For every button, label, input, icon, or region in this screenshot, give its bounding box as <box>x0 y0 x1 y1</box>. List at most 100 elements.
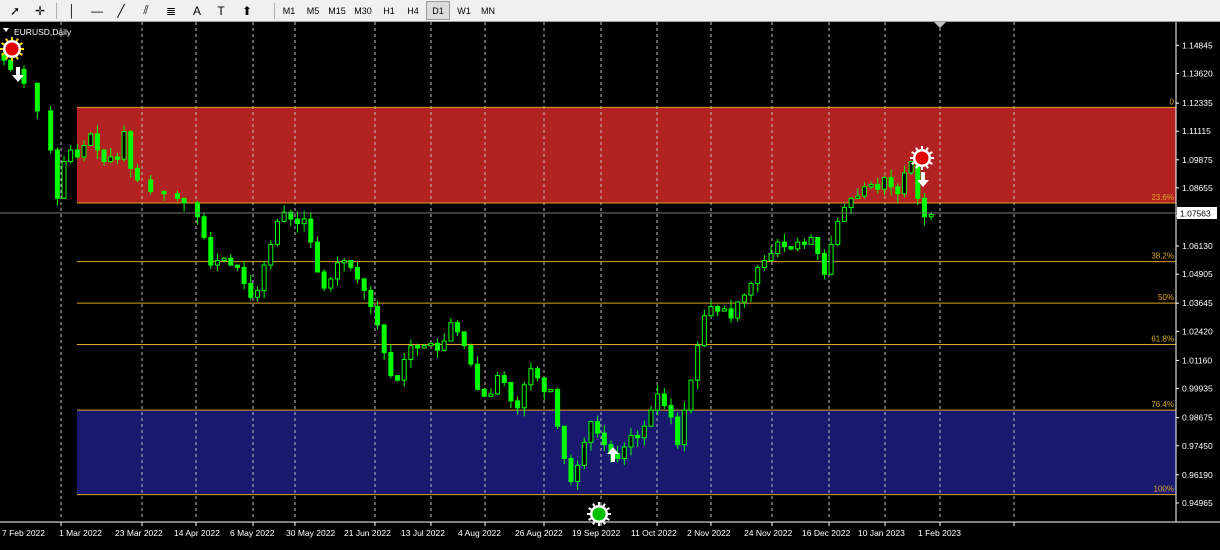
timeframe-m1-button[interactable]: M1 <box>277 1 301 20</box>
candle <box>515 400 521 409</box>
candle <box>74 149 80 158</box>
date-tick-label: 16 Dec 2022 <box>802 528 850 538</box>
date-tick-label: 26 Aug 2022 <box>515 528 563 538</box>
price-tick-label: 0.98675 <box>1182 413 1213 423</box>
trendline-icon[interactable]: ╱ <box>111 1 131 20</box>
candle <box>701 315 707 347</box>
candle <box>114 156 120 160</box>
timeframe-m15-button[interactable]: M15 <box>325 1 349 20</box>
candle <box>501 375 507 383</box>
candle <box>388 352 394 377</box>
candle <box>901 172 907 195</box>
fib-level-label: 100% <box>1154 485 1174 494</box>
candle <box>321 271 327 289</box>
timeframe-h1-button[interactable]: H1 <box>377 1 401 20</box>
price-tick-label: 1.06130 <box>1182 241 1213 251</box>
timeframe-m5-button[interactable]: M5 <box>301 1 325 20</box>
candle <box>868 184 874 188</box>
timeframe-h4-button[interactable]: H4 <box>401 1 425 20</box>
date-tick-label: 11 Oct 2022 <box>631 528 677 538</box>
candle <box>695 345 701 381</box>
candle <box>94 133 100 151</box>
candle <box>855 195 861 199</box>
candle <box>134 167 140 181</box>
candle <box>88 133 94 146</box>
price-tick-label: 0.96190 <box>1182 470 1213 480</box>
candle <box>655 393 661 411</box>
fibonacci-icon[interactable]: ≣ <box>161 1 181 20</box>
candle <box>415 345 421 349</box>
crosshair-icon[interactable]: ✛ <box>30 1 50 20</box>
candle <box>208 236 214 266</box>
date-tick-label: 30 May 2022 <box>286 528 335 538</box>
candle <box>755 266 761 285</box>
candle <box>441 340 447 351</box>
candle <box>575 464 581 482</box>
candle <box>81 144 87 158</box>
timeframe-m30-button[interactable]: M30 <box>351 1 375 20</box>
chart-shift-icon <box>934 22 946 28</box>
candle <box>921 197 927 218</box>
equidistant-channel-icon[interactable]: ⫽ <box>136 1 156 20</box>
candle <box>528 368 534 386</box>
current-price-label: 1.07563 <box>1180 209 1211 219</box>
candle <box>8 59 14 70</box>
timeframe-w1-button[interactable]: W1 <box>452 1 476 20</box>
timeframe-mn-button[interactable]: MN <box>476 1 500 20</box>
candle <box>314 241 320 273</box>
price-tick-label: 1.13620 <box>1182 69 1213 79</box>
candle <box>928 213 934 218</box>
price-tick-label: 1.14845 <box>1182 40 1213 50</box>
candle <box>775 241 781 255</box>
candle <box>688 379 694 411</box>
candle <box>254 289 260 298</box>
timeframe-d1-button[interactable]: D1 <box>426 1 450 20</box>
fib-upper-zone <box>77 107 1176 203</box>
price-tick-label: 1.04905 <box>1182 269 1213 279</box>
candle <box>588 421 594 443</box>
candle <box>561 425 567 459</box>
candle <box>341 259 347 264</box>
candle <box>148 179 154 192</box>
candle <box>161 190 167 195</box>
chart-area[interactable]: 0 23.6% 38.2% 50% 61.8% 76.4% 100% 1.14845 1.136… <box>0 22 1220 550</box>
arrows-icon[interactable]: ⬆ <box>237 1 257 20</box>
price-tick-label: 0.94965 <box>1182 498 1213 508</box>
price-tick-label: 1.09875 <box>1182 155 1213 165</box>
candle <box>475 363 481 390</box>
candle <box>741 294 747 303</box>
text-icon[interactable]: A <box>187 1 207 20</box>
candle <box>848 197 854 209</box>
candle <box>821 253 827 275</box>
candle <box>521 384 527 409</box>
price-chart[interactable]: 0 23.6% 38.2% 50% 61.8% 76.4% 100% 1.14845 1.136… <box>0 22 1220 550</box>
horizontal-line-icon[interactable]: — <box>87 1 107 20</box>
candle <box>128 131 134 169</box>
candle <box>815 236 821 255</box>
date-tick-label: 2 Nov 2022 <box>687 528 731 538</box>
symbol-label: EURUSD,Daily <box>14 27 72 37</box>
date-tick-label: 6 May 2022 <box>230 528 275 538</box>
candle <box>581 441 587 466</box>
candle <box>328 278 334 289</box>
candle <box>761 259 767 268</box>
candle <box>375 306 381 326</box>
candle <box>181 197 187 204</box>
candle <box>788 246 794 250</box>
candle <box>875 184 881 190</box>
text-label-icon[interactable]: T <box>211 1 231 20</box>
vertical-line-icon[interactable]: │ <box>62 1 82 20</box>
candle <box>841 207 847 222</box>
candle <box>268 243 274 266</box>
date-tick-label: 23 Mar 2022 <box>115 528 163 538</box>
cursor-icon[interactable]: ➚ <box>5 1 25 20</box>
candle <box>728 308 734 319</box>
candle <box>261 264 267 291</box>
date-tick-label: 10 Jan 2023 <box>858 528 905 538</box>
candle <box>795 241 801 250</box>
candle <box>108 156 114 163</box>
candle <box>121 131 127 160</box>
candle <box>408 345 414 360</box>
candle <box>835 220 841 245</box>
candle <box>481 388 487 397</box>
